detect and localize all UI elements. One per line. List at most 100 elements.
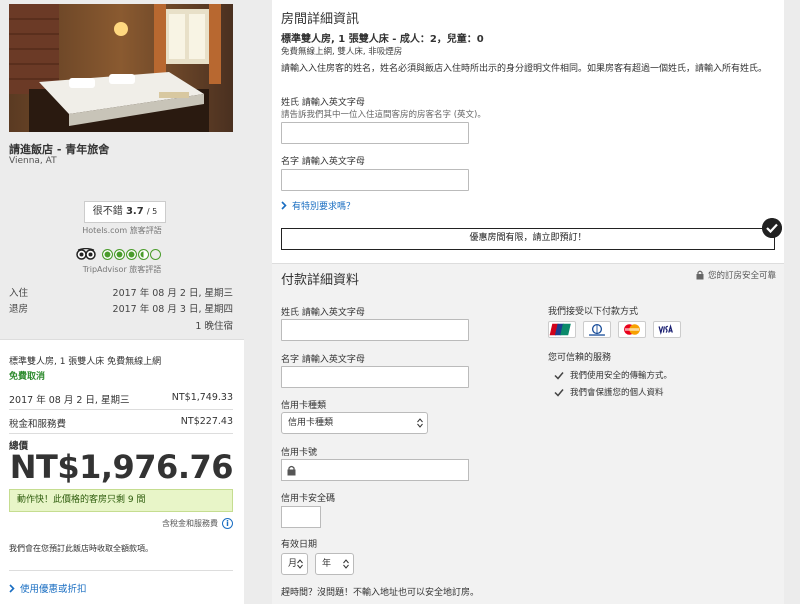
chevron-right-icon xyxy=(281,201,287,210)
limited-rooms-alert: 優惠房間有限，請立即預訂！ xyxy=(281,228,775,250)
divider xyxy=(9,570,233,571)
check-icon xyxy=(554,371,564,380)
coupon-link[interactable]: 使用優惠或折扣 xyxy=(9,581,87,595)
trust-item: 我們使用安全的傳輸方式。 xyxy=(554,369,672,381)
expiry-year-select[interactable]: 年 xyxy=(315,553,354,575)
total-price: NT$1,976.76 xyxy=(9,448,234,486)
diners-club-card-icon xyxy=(583,321,611,338)
info-icon[interactable]: i xyxy=(222,518,233,529)
hotel-room-photo xyxy=(9,4,233,132)
tripadvisor-rating xyxy=(76,247,161,261)
payment-section: 付款詳細資料 您的訂房安全可靠 姓氏 請輸入英文字母 名字 請輸入英文字母 信用… xyxy=(272,263,784,604)
special-request-link[interactable]: 有特別要求嗎？ xyxy=(281,199,355,212)
divider xyxy=(9,433,233,434)
card-type-label: 信用卡種類 xyxy=(281,401,327,411)
room-type: 標準雙人房, 1 張雙人床 - 成人：2，兒童：0 xyxy=(281,34,484,45)
trust-item-text: 我們會保護您的個人資料 xyxy=(570,388,664,398)
select-arrows-icon xyxy=(297,559,303,569)
rating-bubble xyxy=(102,248,113,260)
cvc-label: 信用卡安全碼 xyxy=(281,494,336,504)
checkin-label: 入住 xyxy=(9,288,29,299)
select-arrows-icon xyxy=(343,559,349,569)
cvc-input[interactable] xyxy=(281,506,321,528)
checkout-label: 退房 xyxy=(9,304,29,315)
guest-first-name-label: 名字 請輸入英文字母 xyxy=(281,157,365,167)
mastercard-card-icon xyxy=(618,321,646,338)
expiry-month-value: 月 xyxy=(288,559,298,569)
guest-first-name-input[interactable] xyxy=(281,169,469,191)
lock-icon xyxy=(287,465,296,476)
select-arrows-icon xyxy=(417,418,423,428)
check-circle-icon xyxy=(762,218,782,238)
nights-count: 1 晚住宿 xyxy=(195,321,233,332)
tripadvisor-source: TripAdvisor 旅客評語 xyxy=(82,265,162,274)
card-number-input[interactable] xyxy=(281,459,469,481)
expiry-month-select[interactable]: 月 xyxy=(281,553,308,575)
rating-bubble xyxy=(114,248,125,260)
room-details-section: 房間詳細資訊 標準雙人房, 1 張雙人床 - 成人：2，兒童：0 免費無線上網,… xyxy=(272,0,784,263)
payment-timing-note: 我們會在您預訂此飯店時收取全額款項。 xyxy=(9,544,153,553)
trust-item-text: 我們使用安全的傳輸方式。 xyxy=(570,371,673,381)
tripadvisor-owl-icon xyxy=(76,248,96,260)
secure-booking-note: 您的訂房安全可靠 xyxy=(696,269,776,281)
card-type-value: 信用卡種類 xyxy=(288,418,334,428)
hotel-location: Vienna, AT xyxy=(9,156,57,166)
checkin-date: 2017 年 08 月 2 日, 星期三 xyxy=(112,288,233,299)
payer-first-name-input[interactable] xyxy=(281,366,469,388)
tax-note-text: 含稅金和服務費 xyxy=(162,519,218,528)
unionpay-card-icon xyxy=(548,321,576,338)
tax-label: 稅金和服務費 xyxy=(9,419,67,430)
hotel-card: 請進飯店 - 青年旅舍 Vienna, AT 很不錯 3.7 / 5 Hotel… xyxy=(0,0,244,339)
rating-bubble xyxy=(150,248,161,260)
checkout-date: 2017 年 08 月 3 日, 星期四 xyxy=(112,304,233,315)
tax-price: NT$227.43 xyxy=(180,416,233,427)
rating-source: Hotels.com 旅客評語 xyxy=(82,226,162,235)
night-price-row: 2017 年 08 月 2 日, 星期三 NT$1,749.33 xyxy=(9,392,233,406)
trust-title: 您可信賴的服務 xyxy=(548,353,612,363)
no-address-note: 趕時間？沒問題！不輸入地址也可以安全地訂房。 xyxy=(281,588,480,598)
visa-card-icon xyxy=(653,321,681,338)
card-number-label: 信用卡號 xyxy=(281,448,318,458)
booking-summary-sidebar: 請進飯店 - 青年旅舍 Vienna, AT 很不錯 3.7 / 5 Hotel… xyxy=(0,0,244,604)
free-cancellation-label: 免費取消 xyxy=(9,372,46,382)
tax-row: 稅金和服務費 NT$227.43 xyxy=(9,416,233,430)
payer-last-name-input[interactable] xyxy=(281,319,469,341)
room-amenities: 免費無線上網, 雙人床, 非吸煙房 xyxy=(281,47,403,57)
rating-bubble xyxy=(138,248,149,260)
urgency-banner: 動作快！此價格的客房只剩 9 間 xyxy=(9,489,233,512)
chevron-right-icon xyxy=(9,583,15,593)
guest-last-name-hint: 請告訴我們其中一位入住這間客房的房客名字 (英文)。 xyxy=(281,110,486,120)
booking-form: 房間詳細資訊 標準雙人房, 1 張雙人床 - 成人：2，兒童：0 免費無線上網,… xyxy=(272,0,784,604)
accepted-payments-title: 我們接受以下付款方式 xyxy=(548,307,639,317)
rating-bubble xyxy=(126,248,137,260)
payer-first-name-label: 名字 請輸入英文字母 xyxy=(281,355,365,365)
hotel-name: 請進飯店 - 青年旅舍 xyxy=(9,143,110,156)
rating-max: / 5 xyxy=(146,207,158,216)
guest-last-name-label: 姓氏 請輸入英文字母 xyxy=(281,98,365,108)
tax-included-note: 含稅金和服務費 i xyxy=(162,518,233,529)
lock-icon xyxy=(696,270,704,280)
coupon-link-label: 使用優惠或折扣 xyxy=(20,584,87,595)
payer-last-name-label: 姓氏 請輸入英文字母 xyxy=(281,308,365,318)
tripadvisor-bubbles xyxy=(102,248,161,260)
payment-title: 付款詳細資料 xyxy=(281,273,360,288)
checkout-row: 退房 2017 年 08 月 3 日, 星期四 xyxy=(9,301,233,315)
secure-note-text: 您的訂房安全可靠 xyxy=(707,271,776,281)
rating-score: 3.7 xyxy=(125,206,144,217)
room-summary: 標準雙人房, 1 張雙人床 免費無線上網 xyxy=(9,357,162,367)
night-date: 2017 年 08 月 2 日, 星期三 xyxy=(9,395,130,406)
room-details-title: 房間詳細資訊 xyxy=(281,12,360,27)
guest-last-name-input[interactable] xyxy=(281,122,469,144)
night-price: NT$1,749.33 xyxy=(171,392,233,403)
special-request-label: 有特別要求嗎？ xyxy=(292,202,356,212)
divider xyxy=(9,409,233,410)
price-summary-card: 標準雙人房, 1 張雙人床 免費無線上網 免費取消 2017 年 08 月 2 … xyxy=(0,339,244,604)
checkin-row: 入住 2017 年 08 月 2 日, 星期三 xyxy=(9,285,233,299)
nights-row: 1 晚住宿 xyxy=(9,318,233,332)
trust-item: 我們會保護您的個人資料 xyxy=(554,386,664,398)
expiry-year-value: 年 xyxy=(322,559,332,569)
accepted-cards xyxy=(548,321,681,338)
check-icon xyxy=(554,388,564,397)
guest-name-instructions: 請輸入入住房客的姓名，姓名必須與飯店入住時所出示的身分證明文件相同。如果房客有超… xyxy=(281,64,768,74)
card-type-select[interactable]: 信用卡種類 xyxy=(281,412,428,434)
